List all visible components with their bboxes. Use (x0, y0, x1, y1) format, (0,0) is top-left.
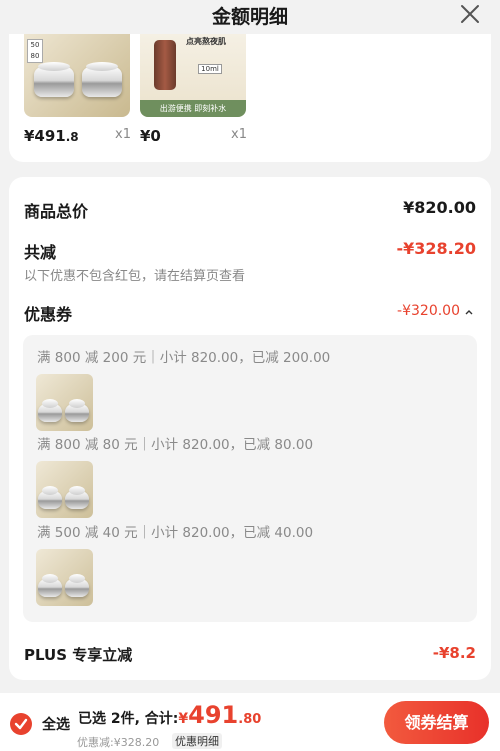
discount-detail-link[interactable]: 优惠明细 (172, 733, 222, 749)
cream-jar-icon (65, 574, 89, 597)
price-decimal: .8 (65, 130, 79, 144)
coupon-detail-box: 满 800 减 200 元｜小计 820.00，已减 200.00 满 800 … (23, 335, 477, 622)
product-list-card: 50 80 点亮熬夜肌 10ml 出游便携 即刻补水 ¥491.8 x1 ¥0 … (9, 34, 491, 162)
coupon-item-text: 满 800 减 80 元｜小计 820.00，已减 80.00 (37, 437, 314, 453)
total-currency: ¥ (178, 711, 189, 727)
select-all-label[interactable]: 全选 (42, 714, 70, 734)
discount-value: -¥328.20 (396, 239, 476, 258)
total-price-label: 商品总价 (24, 202, 89, 221)
chevron-up-icon (465, 310, 473, 315)
coupon-item-text: 满 500 减 40 元｜小计 820.00，已减 40.00 (37, 525, 314, 541)
checkout-button[interactable]: 领券结算 (384, 701, 489, 744)
coupon-row[interactable]: 优惠券 -¥320.00 (9, 301, 491, 325)
total-main: 491 (188, 701, 239, 729)
cream-jar-icon (82, 62, 122, 97)
price-main: ¥0 (140, 127, 161, 145)
price-main: ¥491 (24, 127, 66, 145)
discount-label: 共减 (24, 243, 57, 262)
coupon-value: -¥320.00 (397, 303, 460, 319)
coupon-product-thumbnail (36, 461, 93, 518)
serum-volume-label: 10ml (198, 64, 222, 74)
serum-banner: 出游便携 即刻补水 (140, 100, 246, 117)
product-quantity: x1 (231, 127, 247, 142)
cream-jar-icon (38, 486, 62, 509)
total-price-value: ¥820.00 (403, 198, 476, 217)
amount-summary-card: 商品总价 ¥820.00 共减 -¥328.20 以下优惠不包含红包，请在结算页… (9, 177, 491, 680)
selected-summary: 已选 2件, 合计:¥491.80 (78, 701, 261, 729)
header: 金额明细 (0, 0, 500, 34)
coupon-product-thumbnail (36, 374, 93, 431)
cream-jar-icon (38, 574, 62, 597)
coupon-label: 优惠券 (24, 305, 73, 324)
check-icon (14, 718, 28, 730)
product-image-badge: 50 80 (27, 39, 43, 63)
cream-jar-icon (65, 399, 89, 422)
product-image-serum[interactable]: 点亮熬夜肌 10ml 出游便携 即刻补水 (140, 34, 246, 117)
cream-jar-icon (65, 486, 89, 509)
discount-note: 以下优惠不包含红包，请在结算页查看 (24, 269, 246, 284)
total-decimal: .80 (238, 712, 262, 727)
close-icon[interactable] (458, 2, 482, 26)
plus-discount-label: PLUS 专享立减 (24, 646, 133, 664)
coupon-item-text: 满 800 减 200 元｜小计 820.00，已减 200.00 (37, 350, 331, 366)
product-price: ¥0 (140, 127, 161, 145)
product-image-cream[interactable]: 50 80 (24, 34, 130, 117)
select-all-checkbox[interactable] (10, 713, 32, 735)
cream-jar-icon (34, 62, 74, 97)
serum-caption: 点亮熬夜肌 (186, 37, 226, 46)
page-title: 金额明细 (211, 6, 288, 28)
product-price: ¥491.8 (24, 127, 79, 145)
plus-discount-value: -¥8.2 (432, 644, 476, 662)
cream-jar-icon (38, 399, 62, 422)
discount-summary-text: 优惠减:¥328.20 (77, 736, 160, 749)
serum-bottle-icon (154, 40, 176, 90)
coupon-product-thumbnail (36, 549, 93, 606)
product-quantity: x1 (115, 127, 131, 142)
selected-count-text: 已选 2件, 合计: (78, 711, 179, 727)
bottom-checkout-bar: 全选 已选 2件, 合计:¥491.80 优惠减:¥328.20 优惠明细 领券… (0, 693, 500, 751)
